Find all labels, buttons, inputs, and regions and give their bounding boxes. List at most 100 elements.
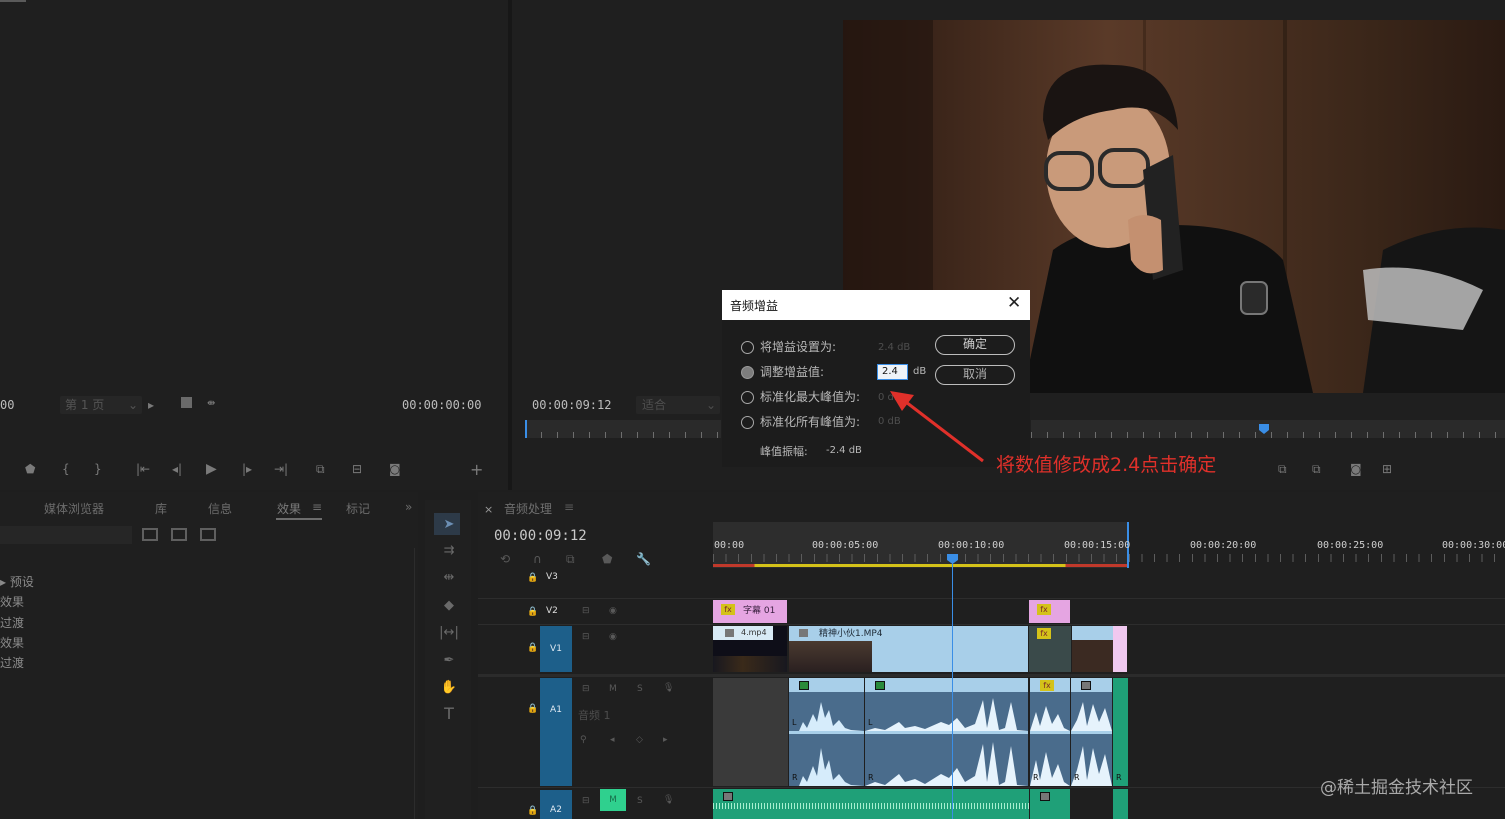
insert-icon[interactable]: ⧉: [316, 462, 325, 477]
tab-markers[interactable]: 标记: [346, 500, 370, 517]
tab-libraries[interactable]: 库: [155, 500, 167, 517]
mic-icon[interactable]: 🎙: [663, 795, 674, 805]
type-tool-icon[interactable]: T: [438, 704, 460, 724]
track-select-tool-icon[interactable]: ⇉: [438, 541, 460, 561]
comparison-view-icon[interactable]: ⊞: [1382, 462, 1392, 476]
wrench-icon[interactable]: 🔧: [636, 552, 651, 566]
snap-icon[interactable]: ∩: [533, 552, 542, 566]
lift-icon[interactable]: ⧉: [1278, 462, 1287, 477]
solo-button[interactable]: S: [637, 796, 643, 806]
mark-in-icon[interactable]: {: [62, 462, 70, 476]
go-to-in-icon[interactable]: |⇤: [136, 462, 150, 476]
tab-menu-icon[interactable]: ≡: [312, 500, 322, 514]
track-label-a1[interactable]: A1: [540, 678, 572, 786]
video-clip-5[interactable]: [1113, 626, 1127, 672]
next-keyframe-icon[interactable]: ▸: [663, 735, 668, 745]
eye-icon[interactable]: ◉: [609, 606, 617, 616]
video-clip-1[interactable]: 4.mp4: [713, 626, 787, 672]
nest-icon[interactable]: ⟲: [500, 552, 510, 566]
tree-item-presets[interactable]: ▸ 预设: [0, 572, 34, 592]
ok-button[interactable]: 确定: [935, 335, 1015, 355]
sync-icon[interactable]: ⊟: [582, 684, 590, 694]
cancel-button[interactable]: 取消: [935, 365, 1015, 385]
add-marker-icon[interactable]: ⬟: [602, 552, 612, 566]
tab-menu-icon[interactable]: ≡: [564, 500, 574, 514]
audio-clip-a2-3[interactable]: [1113, 789, 1128, 819]
video-clip-3[interactable]: fx: [1029, 626, 1071, 672]
solo-button[interactable]: S: [637, 684, 643, 694]
tab-effects[interactable]: 效果: [277, 500, 301, 517]
hand-tool-icon[interactable]: ✋: [438, 678, 460, 698]
extract-icon[interactable]: ⧉: [1312, 462, 1321, 477]
close-icon[interactable]: ✕: [1007, 293, 1021, 313]
tree-item-audio-effects[interactable]: 效果: [0, 592, 34, 612]
timeline-playhead-line[interactable]: [952, 562, 953, 819]
marker-icon[interactable]: ⬟: [25, 462, 35, 476]
camera-icon[interactable]: ◙: [1350, 462, 1362, 476]
step-back-icon[interactable]: ◂|: [172, 462, 182, 476]
radio-normalize-all-peaks[interactable]: [741, 416, 754, 429]
playhead-marker[interactable]: [525, 420, 527, 438]
fit-select[interactable]: 适合 ⌄: [636, 396, 720, 414]
radio-set-gain[interactable]: [741, 341, 754, 354]
add-button-icon[interactable]: +: [470, 460, 483, 479]
yuv-effects-icon[interactable]: [200, 528, 216, 541]
mic-icon[interactable]: 🎙: [663, 683, 674, 693]
sync-icon[interactable]: ⊟: [582, 632, 590, 642]
sync-icon[interactable]: ⊟: [582, 606, 590, 616]
page-select[interactable]: 第 1 页 ⌄: [60, 396, 142, 414]
video-clip-2[interactable]: 精神小伙1.MP4: [789, 626, 1028, 672]
audio-clip-a2-1[interactable]: [713, 789, 1029, 819]
radio-adjust-gain[interactable]: [741, 366, 754, 379]
keyframe-search-icon[interactable]: ⚲: [580, 735, 587, 745]
add-keyframe-icon[interactable]: ◇: [636, 735, 643, 745]
title-clip[interactable]: fx 字幕 01: [713, 600, 787, 623]
track-label-a2[interactable]: A2: [540, 790, 572, 819]
mark-out-icon[interactable]: }: [94, 462, 102, 476]
track-label-v1[interactable]: V1: [540, 626, 572, 672]
program-timebar-left[interactable]: [525, 420, 721, 438]
radio-normalize-max-peak[interactable]: [741, 391, 754, 404]
close-tab-icon[interactable]: ×: [484, 503, 493, 516]
adjust-gain-input[interactable]: 2.4: [877, 364, 908, 380]
slip-tool-icon[interactable]: |↔|: [438, 623, 460, 643]
play-small-icon[interactable]: ▸: [148, 398, 154, 412]
prev-keyframe-icon[interactable]: ◂: [610, 735, 615, 745]
audio-clip-2[interactable]: L R: [865, 678, 1028, 786]
audio-clip-3[interactable]: fx R: [1030, 678, 1070, 786]
eye-icon[interactable]: ◉: [609, 632, 617, 642]
play-icon[interactable]: ▶: [206, 461, 217, 477]
mute-button-active[interactable]: M: [600, 789, 626, 811]
overwrite-icon[interactable]: ⊟: [352, 462, 362, 476]
video-clip-4[interactable]: [1072, 626, 1113, 672]
tab-info[interactable]: 信息: [208, 500, 232, 517]
export-frame-icon[interactable]: [181, 397, 192, 408]
program-timebar-right[interactable]: [1031, 420, 1505, 438]
audio-clip-1[interactable]: L R: [789, 678, 864, 786]
selection-tool-icon[interactable]: ➤: [438, 515, 460, 535]
linked-selection-icon[interactable]: ⧉: [566, 552, 575, 567]
go-to-out-icon[interactable]: ⇥|: [274, 462, 288, 476]
camera-icon[interactable]: ◙: [389, 462, 401, 476]
lock-icon[interactable]: 🔒: [527, 573, 538, 583]
time-ruler[interactable]: 00:00 00:00:05:00 00:00:10:00 00:00:15:0…: [713, 522, 1505, 568]
step-forward-icon[interactable]: |▸: [242, 462, 252, 476]
pen-tool-icon[interactable]: ✒: [438, 651, 460, 671]
tab-media-browser[interactable]: 媒体浏览器: [44, 500, 104, 517]
effects-search-input[interactable]: [0, 526, 132, 544]
tree-item-video-effects[interactable]: 效果: [0, 633, 34, 653]
tree-item-video-transitions[interactable]: 过渡: [0, 653, 34, 673]
audio-clip-4[interactable]: R: [1071, 678, 1112, 786]
lock-icon[interactable]: 🔒: [527, 607, 538, 617]
audio-clip-a2-2[interactable]: [1030, 789, 1070, 819]
title-clip-2[interactable]: fx: [1029, 600, 1070, 623]
more-tabs-icon[interactable]: »: [405, 500, 412, 514]
lock-icon[interactable]: 🔒: [527, 643, 538, 653]
razor-tool-icon[interactable]: ◆: [438, 596, 460, 616]
ripple-edit-tool-icon[interactable]: ⇹: [438, 568, 460, 588]
audio-clip-5[interactable]: R: [1113, 678, 1128, 786]
32bit-effects-icon[interactable]: [171, 528, 187, 541]
timeline-tab[interactable]: 音频处理: [504, 500, 552, 517]
mute-button[interactable]: M: [609, 684, 617, 694]
tree-item-audio-transitions[interactable]: 过渡: [0, 613, 34, 633]
